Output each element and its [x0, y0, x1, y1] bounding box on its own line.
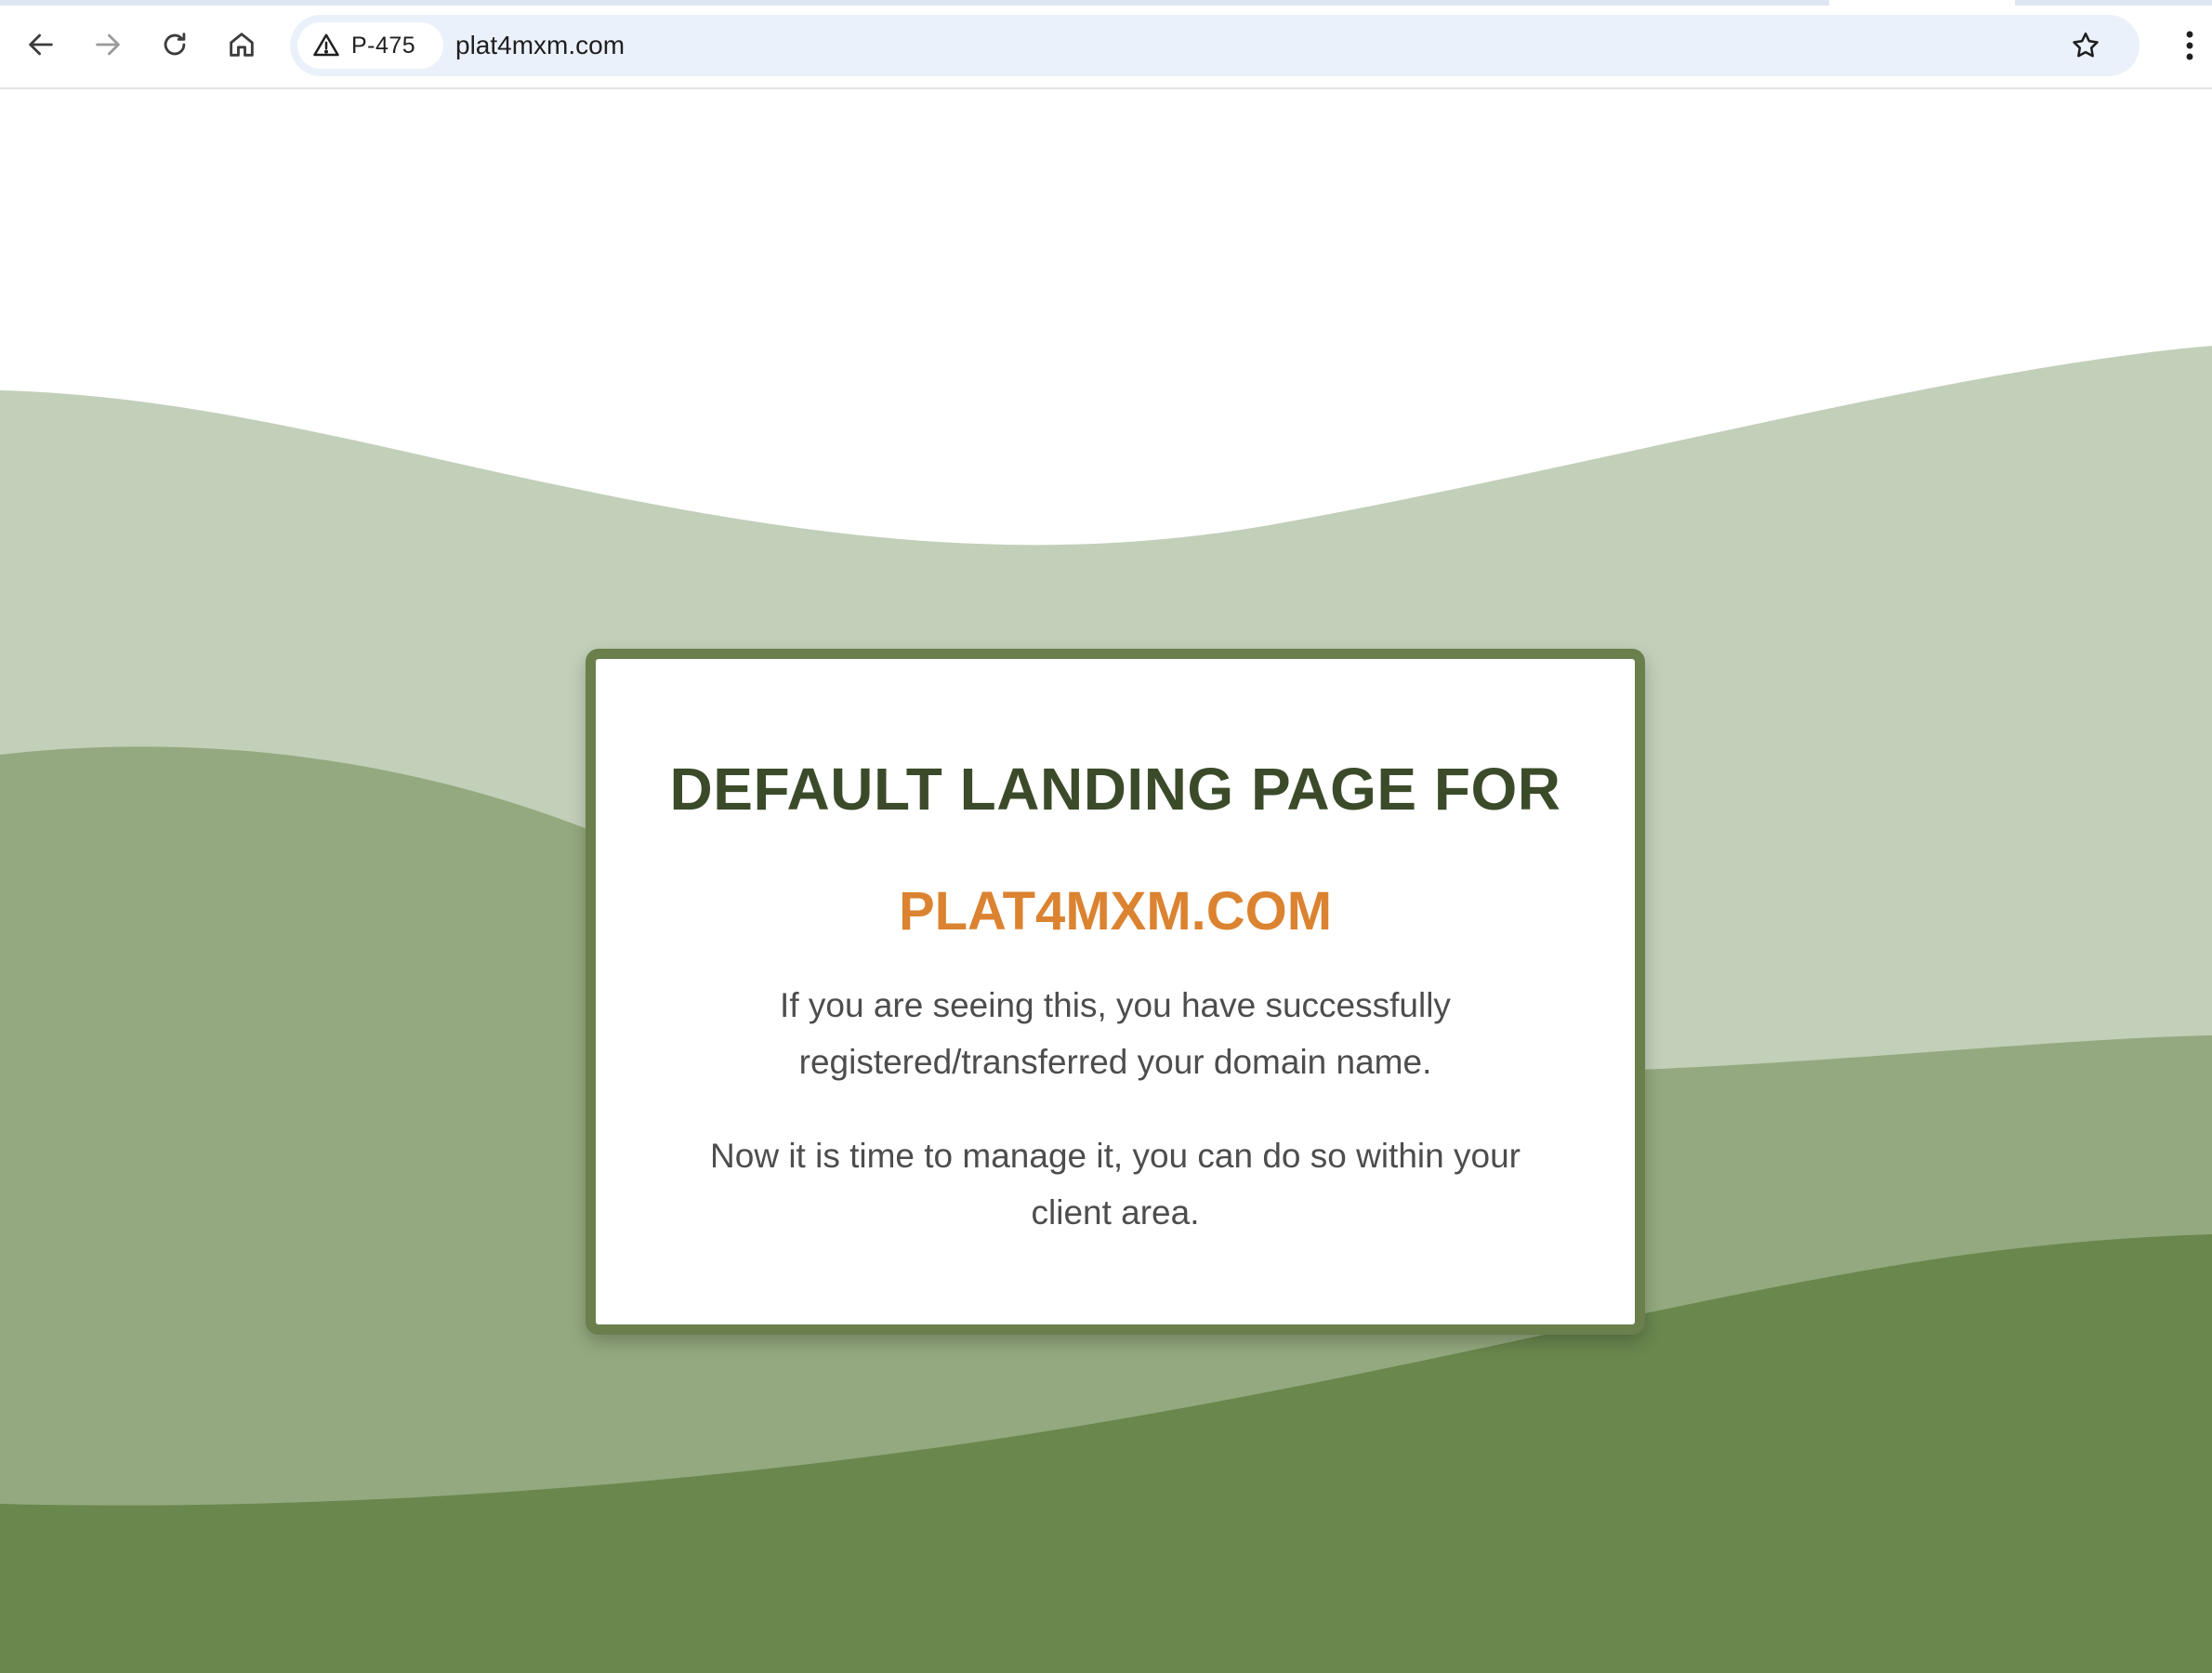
page-title: DEFAULT LANDING PAGE FOR: [669, 756, 1561, 823]
success-message: If you are seeing this, you have success…: [780, 986, 1451, 1081]
browser-window: P-475 plat4mxm.com DEFAULT LANDING PAGE …: [0, 0, 2212, 1673]
back-button[interactable]: [17, 20, 65, 69]
tab-strip-gap: [1829, 0, 2015, 6]
home-button[interactable]: [217, 20, 266, 69]
star-icon: [2073, 32, 2099, 58]
domain-name: PLAT4MXM.COM: [898, 881, 1333, 942]
security-chip-label: P-475: [351, 32, 416, 59]
browser-toolbar: P-475 plat4mxm.com: [0, 0, 2212, 89]
url-text[interactable]: plat4mxm.com: [455, 15, 625, 76]
home-icon: [230, 33, 254, 57]
web-page: DEFAULT LANDING PAGE FOR PLAT4MXM.COM If…: [0, 89, 2212, 1673]
kebab-menu-icon: [2186, 31, 2193, 60]
back-arrow-icon: [29, 33, 53, 56]
landing-card: DEFAULT LANDING PAGE FOR PLAT4MXM.COM If…: [586, 649, 1645, 1335]
warning-triangle-icon: [313, 33, 339, 57]
browser-menu-button[interactable]: [2171, 24, 2208, 67]
security-chip[interactable]: P-475: [297, 22, 444, 69]
bookmark-button[interactable]: [2067, 27, 2104, 64]
forward-button[interactable]: [84, 20, 132, 69]
address-bar[interactable]: P-475 plat4mxm.com: [290, 15, 2140, 76]
reload-icon: [164, 33, 186, 56]
reload-button[interactable]: [151, 20, 199, 69]
forward-arrow-icon: [96, 33, 120, 56]
manage-message: Now it is time to manage it, you can do …: [710, 1137, 1521, 1232]
